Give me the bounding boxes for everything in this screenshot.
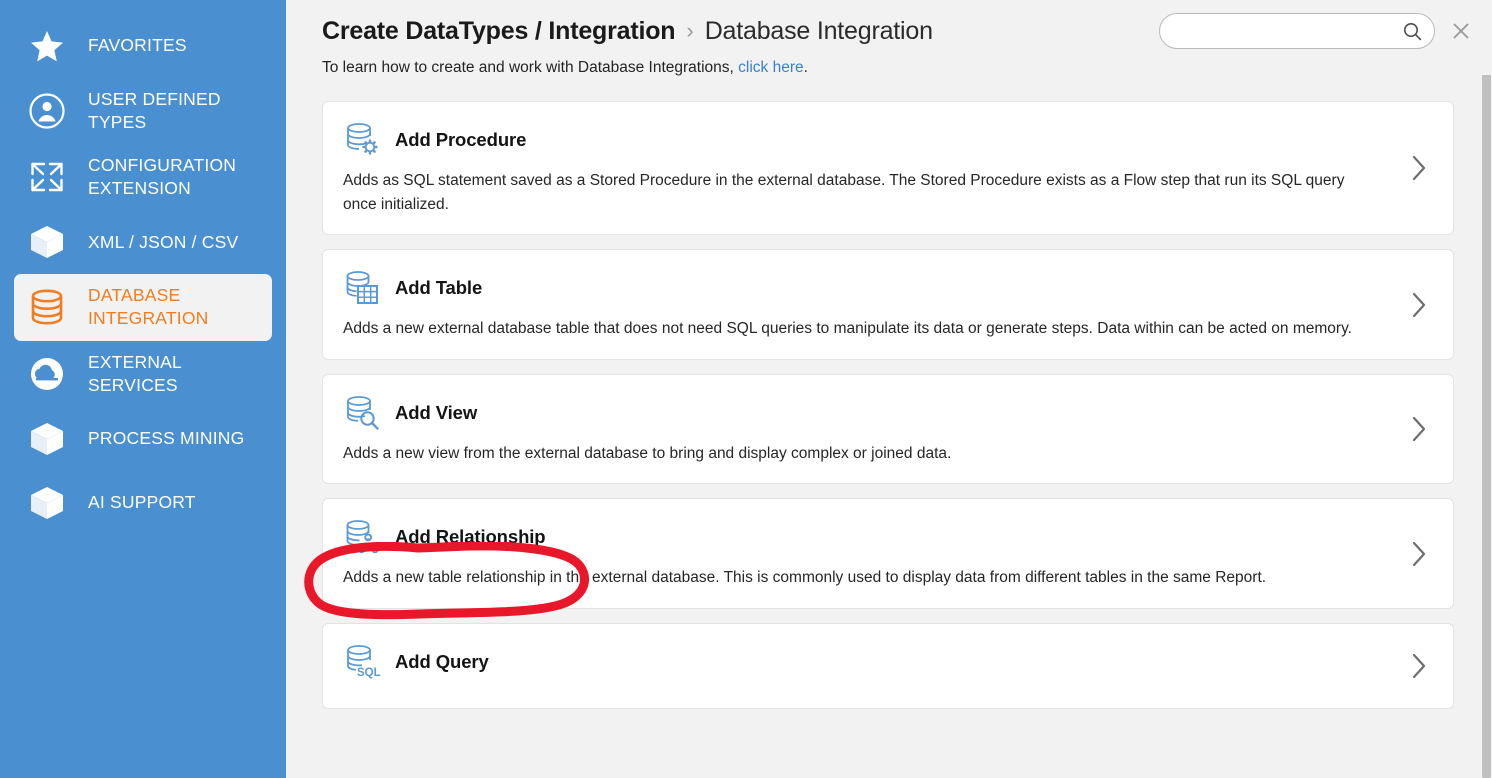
card-header: Add Procedure (343, 120, 1395, 160)
sidebar-item-xml-json-csv[interactable]: XML / JSON / CSV (14, 210, 272, 274)
sidebar-item-user-defined-types[interactable]: USER DEFINED TYPES (14, 78, 272, 144)
search-box[interactable] (1159, 13, 1435, 49)
card-description: Adds as SQL statement saved as a Stored … (343, 172, 1345, 213)
card-add-relationship[interactable]: Add Relationship Adds a new table relati… (322, 498, 1454, 609)
close-button[interactable] (1448, 18, 1474, 44)
sidebar-item-label: XML / JSON / CSV (88, 231, 239, 252)
app-window: FAVORITES USER DEFINED TYPES CONFIGURATI… (0, 0, 1492, 778)
sidebar-item-favorites[interactable]: FAVORITES (14, 14, 272, 78)
search-input[interactable] (1176, 22, 1403, 40)
card-title: Add Relationship (395, 526, 546, 548)
sidebar-item-external-services[interactable]: EXTERNAL SERVICES (14, 341, 272, 407)
cloud-circle-icon (24, 352, 70, 396)
sidebar-item-label: DATABASE INTEGRATION (88, 285, 209, 329)
card-title: Add Table (395, 277, 483, 299)
sidebar-item-ai-support[interactable]: AI SUPPORT (14, 471, 272, 535)
database-sql-icon: SQL (343, 642, 383, 682)
card-title: Add Procedure (395, 129, 527, 151)
card-description: Adds a new view from the external databa… (343, 444, 952, 462)
card-title: Add View (395, 401, 478, 423)
sidebar-item-process-mining[interactable]: PROCESS MINING (14, 407, 272, 471)
breadcrumb-current: Database Integration (704, 16, 933, 45)
breadcrumb-parent[interactable]: Create DataTypes / Integration (322, 17, 676, 46)
sidebar-item-label: CONFIGURATION EXTENSION (88, 155, 237, 199)
star-icon (24, 24, 70, 68)
vertical-scrollbar-thumb[interactable] (1482, 75, 1491, 778)
chevron-right-icon[interactable] (1407, 153, 1431, 183)
database-gear-icon (343, 120, 383, 160)
database-search-icon (343, 393, 383, 433)
card-add-procedure[interactable]: Add Procedure Adds as SQL statement save… (322, 101, 1454, 236)
card-add-view[interactable]: Add View Adds a new view from the extern… (322, 373, 1454, 485)
chevron-right-icon[interactable] (1407, 539, 1431, 569)
card-header: Add Relationship (343, 517, 1395, 557)
database-icon (24, 285, 70, 329)
main-panel: Create DataTypes / Integration › Databas… (286, 0, 1492, 778)
cube-icon (24, 417, 70, 461)
database-table-icon (343, 268, 383, 308)
chevron-right-icon[interactable] (1407, 651, 1431, 681)
sidebar-item-label: FAVORITES (88, 35, 187, 56)
sidebar-item-label: USER DEFINED TYPES (88, 89, 221, 133)
card-description: Adds a new external database table that … (343, 320, 1352, 338)
search-icon[interactable] (1403, 22, 1422, 41)
cube-icon (24, 220, 70, 264)
chevron-right-icon[interactable] (1407, 414, 1431, 444)
sidebar-item-label: PROCESS MINING (88, 428, 245, 449)
topbar-actions (1159, 13, 1474, 49)
sidebar-item-database-integration[interactable]: DATABASE INTEGRATION (14, 274, 272, 341)
breadcrumb-separator-icon: › (686, 17, 694, 43)
card-header: SQL Add Query (343, 642, 1395, 682)
cube-icon (24, 481, 70, 525)
topbar: Create DataTypes / Integration › Databas… (286, 0, 1492, 62)
sidebar: FAVORITES USER DEFINED TYPES CONFIGURATI… (0, 0, 286, 778)
card-header: Add View (343, 393, 1395, 433)
card-header: Add Table (343, 268, 1395, 308)
svg-text:SQL: SQL (357, 667, 381, 679)
breadcrumb: Create DataTypes / Integration › Databas… (322, 17, 933, 46)
sidebar-item-label: AI SUPPORT (88, 492, 196, 513)
card-list: Add Procedure Adds as SQL statement save… (286, 101, 1492, 709)
user-circle-icon (24, 89, 70, 133)
database-relationship-icon (343, 517, 383, 557)
sidebar-item-configuration-extension[interactable]: CONFIGURATION EXTENSION (14, 144, 272, 210)
expand-arrows-icon (24, 155, 70, 199)
card-add-query[interactable]: SQL Add Query (322, 622, 1454, 709)
sidebar-item-label: EXTERNAL SERVICES (88, 351, 182, 395)
card-title: Add Query (395, 650, 489, 672)
card-add-table[interactable]: Add Table Adds a new external database t… (322, 249, 1454, 360)
card-description: Adds a new table relationship in the ext… (343, 569, 1267, 587)
chevron-right-icon[interactable] (1407, 290, 1431, 320)
